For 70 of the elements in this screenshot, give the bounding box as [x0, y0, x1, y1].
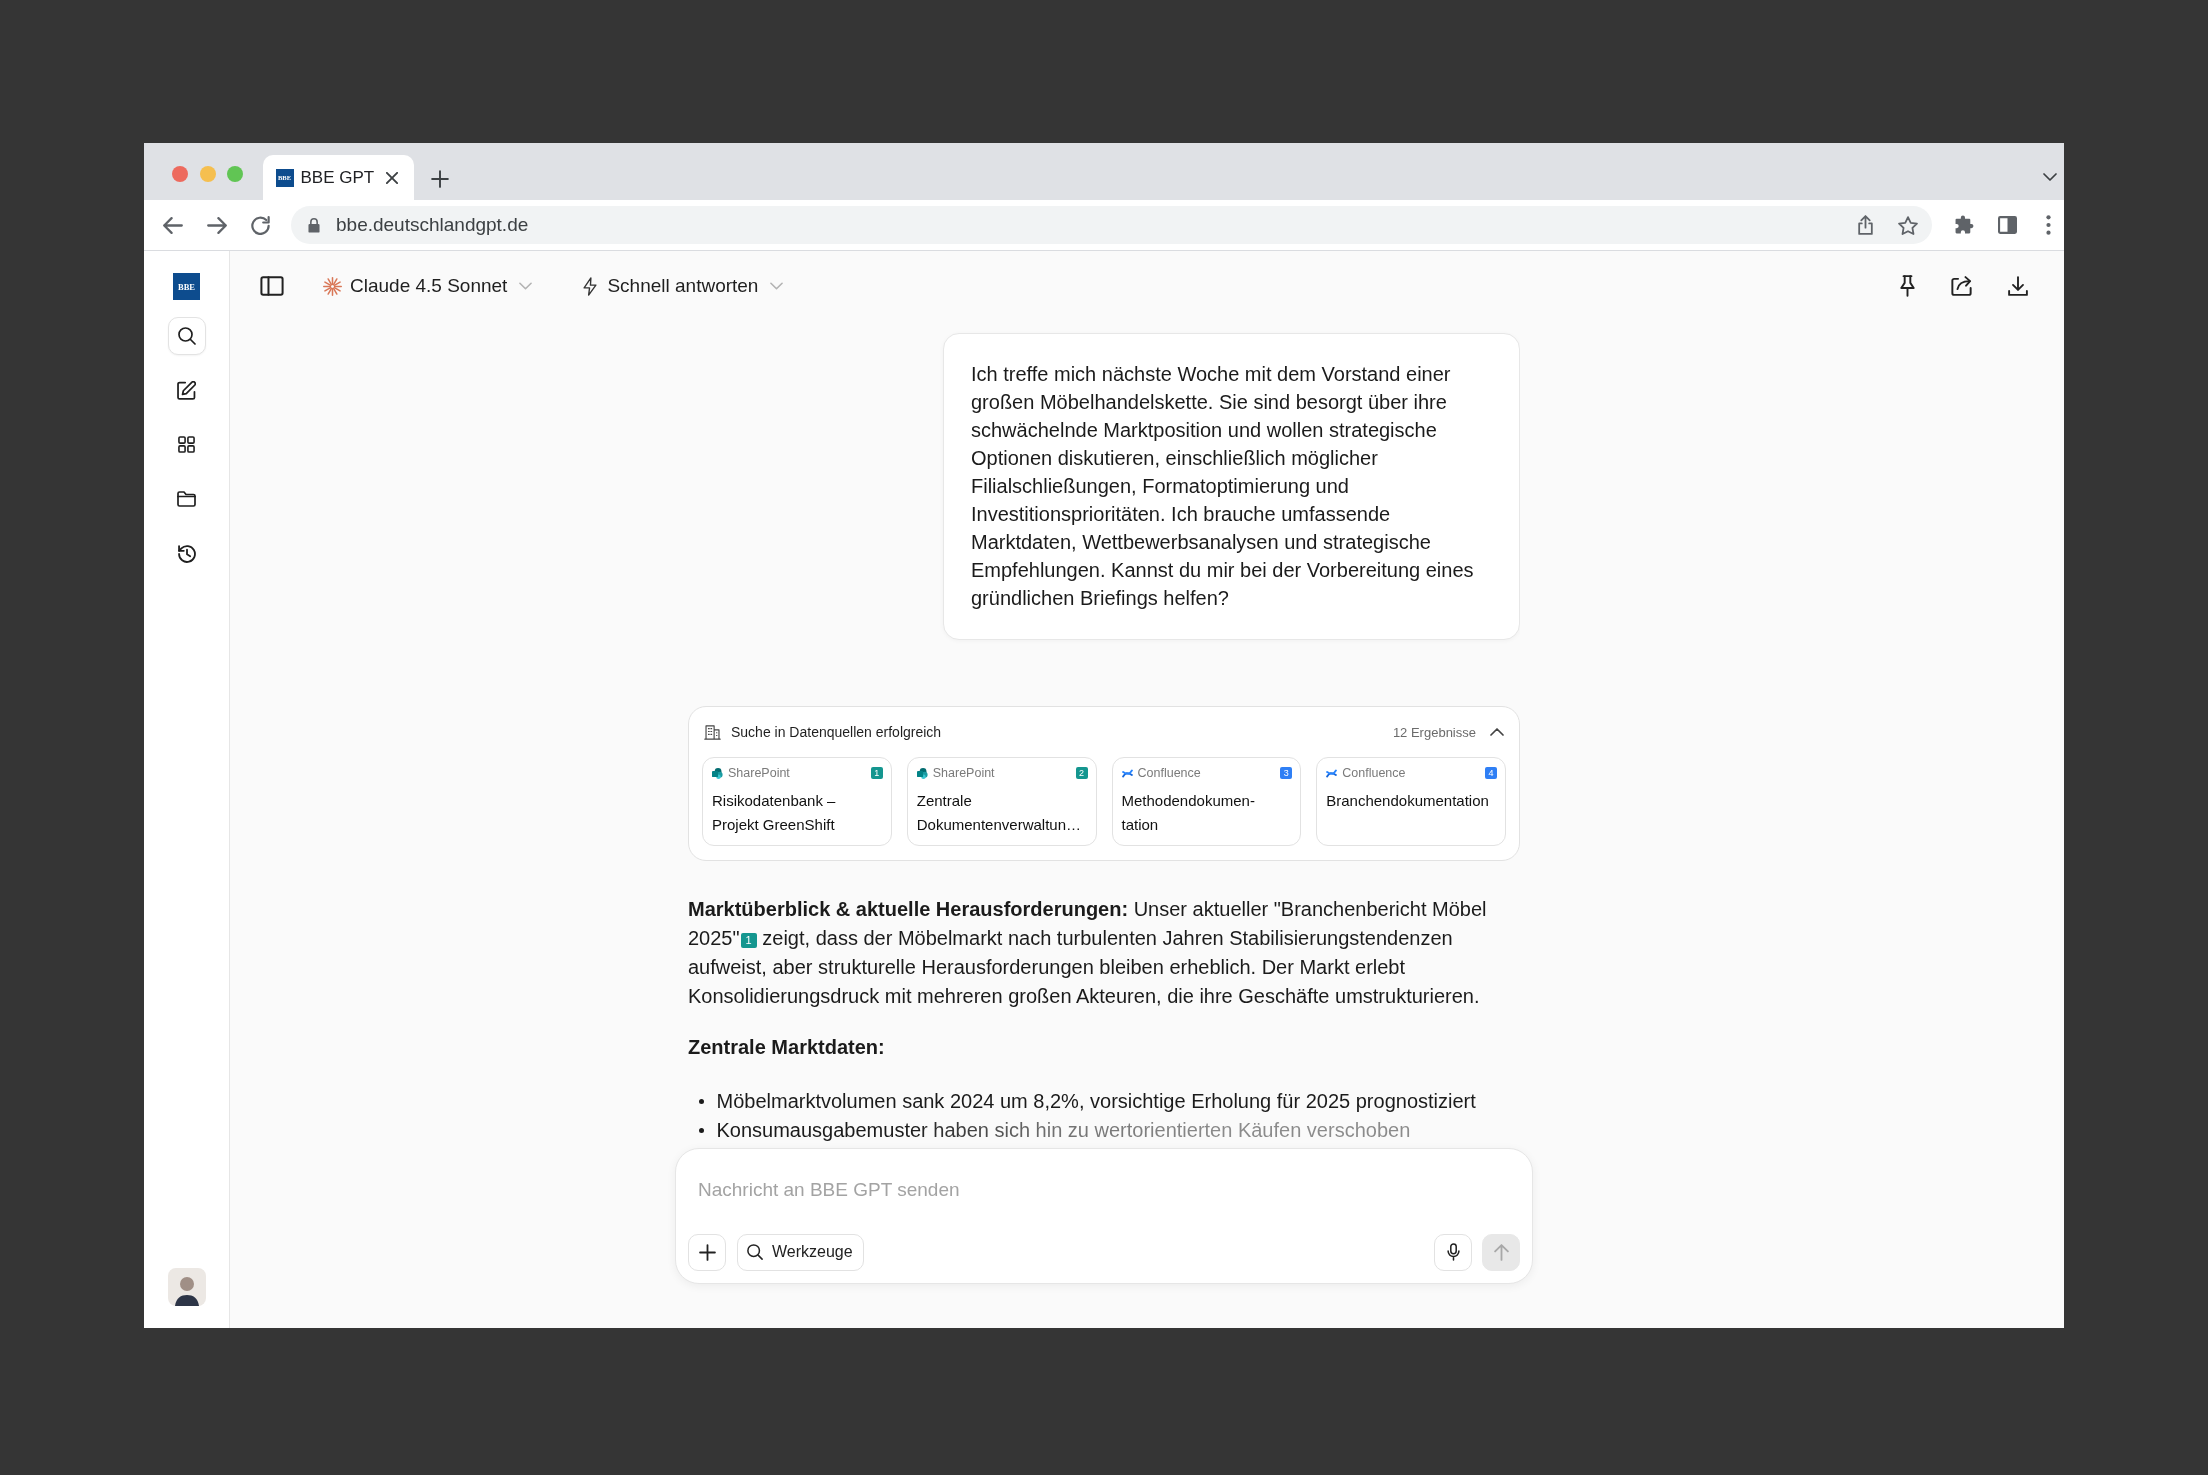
share-icon[interactable] [1951, 276, 1972, 296]
reload-icon[interactable] [251, 215, 270, 235]
forward-icon[interactable] [207, 216, 227, 234]
source-card[interactable]: SharePoint 1 Risikodatenbank – Projekt GreenShift [702, 757, 892, 846]
source-card[interactable]: Confluence 3 Methodendokumen-tation [1111, 757, 1302, 846]
model-selector[interactable]: Claude 4.5 Sonnet [323, 275, 533, 297]
star-icon[interactable] [1898, 215, 1918, 235]
source-card[interactable]: SharePoint 2 Zentrale Dokumentenverwaltun… [906, 757, 1097, 846]
back-icon[interactable] [163, 216, 183, 234]
arrow-up-icon [1493, 1243, 1509, 1261]
source-number: 4 [1485, 767, 1497, 779]
citation-badge[interactable]: 1 [740, 933, 757, 948]
list-item-text: Möbelmarktvolumen sank 2024 um 8,2%, vorsichtige Erholung für 2025 prognostiziert [716, 1088, 1476, 1114]
lock-icon [308, 217, 320, 233]
message-input[interactable]: Nachricht an BBE GPT senden [698, 1175, 1520, 1205]
sidebar-toggle-icon[interactable] [260, 276, 284, 296]
chevron-up-icon[interactable] [1490, 728, 1504, 736]
source-number: 2 [1075, 767, 1088, 779]
mode-selector[interactable]: Schnell antworten [583, 275, 784, 297]
chevron-down-icon[interactable] [2043, 173, 2057, 181]
plus-icon [698, 1243, 716, 1261]
close-icon[interactable] [385, 171, 398, 184]
curved-cross-icon [1121, 767, 1133, 779]
source-card[interactable]: Confluence 4 Branchendokumentation [1316, 757, 1506, 846]
circles-icon [712, 767, 723, 779]
search-status: Suche in Datenquellen erfolgreich [731, 724, 942, 740]
microphone-icon [1446, 1243, 1460, 1261]
source-name: Confluence [1137, 766, 1201, 780]
download-icon[interactable] [2008, 276, 2028, 296]
search-button[interactable] [167, 316, 206, 355]
circles-icon [916, 767, 928, 779]
history-icon [177, 544, 196, 563]
folder-icon [177, 491, 196, 507]
search-icon [747, 1244, 763, 1260]
source-number: 3 [1280, 767, 1293, 779]
bullet-icon [699, 1127, 704, 1133]
starburst-icon [323, 276, 342, 296]
avatar-icon[interactable] [167, 1268, 206, 1306]
answer-paragraph: Marktüberblick & aktuelle Herausforderungen: Unser aktueller "Branchenbericht Möbel 2025" 1 zeigt, dass der Möbelmarkt nach turbulenten Jahren Stabilisierungstendenzen aufweist, aber strukturelle Herausforderungen bleiben erheblich. Der Markt erlebt Konsolidierungsdruck mit mehreren großen Akteuren, die ihre Geschäfte umstrukturieren. [688, 897, 1488, 1009]
search-icon [177, 326, 196, 345]
source-title: Branchendokumentation [1326, 791, 1490, 811]
source-name: Confluence [1342, 766, 1406, 780]
bullet-icon [699, 1098, 704, 1104]
bolt-icon [583, 276, 598, 296]
result-count: 12 Ergebnisse [1392, 724, 1476, 740]
list-item-text: Konsumausgabemuster haben sich hin zu wertorientierten Käufen verschoben [716, 1117, 1411, 1143]
plus-icon[interactable] [430, 170, 449, 188]
building-icon [704, 724, 721, 740]
source-name: SharePoint [932, 766, 995, 780]
menu-icon[interactable] [2046, 215, 2051, 235]
source-number: 1 [870, 767, 883, 779]
side-panel-icon[interactable] [1998, 216, 2017, 234]
grid-icon [178, 436, 195, 453]
add-button[interactable] [688, 1233, 726, 1271]
tools-button[interactable]: Werkzeuge [737, 1233, 864, 1271]
source-title: Methodendokumen-tation [1121, 791, 1256, 835]
section-heading: Zentrale Marktdaten: [688, 1035, 886, 1060]
source-title: Zentrale Dokumentenverwaltun… [916, 791, 1082, 835]
source-title: Risikodatenbank – Projekt GreenShift [712, 791, 837, 835]
microphone-button[interactable] [1434, 1233, 1472, 1271]
pin-icon[interactable] [1900, 275, 1915, 297]
edit-icon [177, 380, 196, 400]
user-message: Ich treffe mich nächste Woche mit dem Vorstand einer großen Möbelhandelskette. Sie sind besorgt über ihre schwächelnde Marktposition und wollen strategische Optionen diskutieren, einschließlich möglicher Filialschließungen, Formatoptimierung und Investitionsprioritäten. Ich brauche umfassende Marktdaten, Wettbewerbsanalysen und strategische Empfehlungen. Kannst du mir bei der Vorbereitung eines gründlichen Briefings helfen? [943, 333, 1520, 640]
logo: BBE [173, 273, 200, 300]
chevron-down-icon [770, 282, 784, 290]
source-name: SharePoint [728, 766, 790, 780]
puzzle-icon[interactable] [1955, 215, 1974, 235]
address-bar[interactable]: bbe.deutschlandgpt.de [290, 206, 1932, 244]
chevron-down-icon [519, 282, 533, 290]
curved-cross-icon [1326, 767, 1338, 779]
